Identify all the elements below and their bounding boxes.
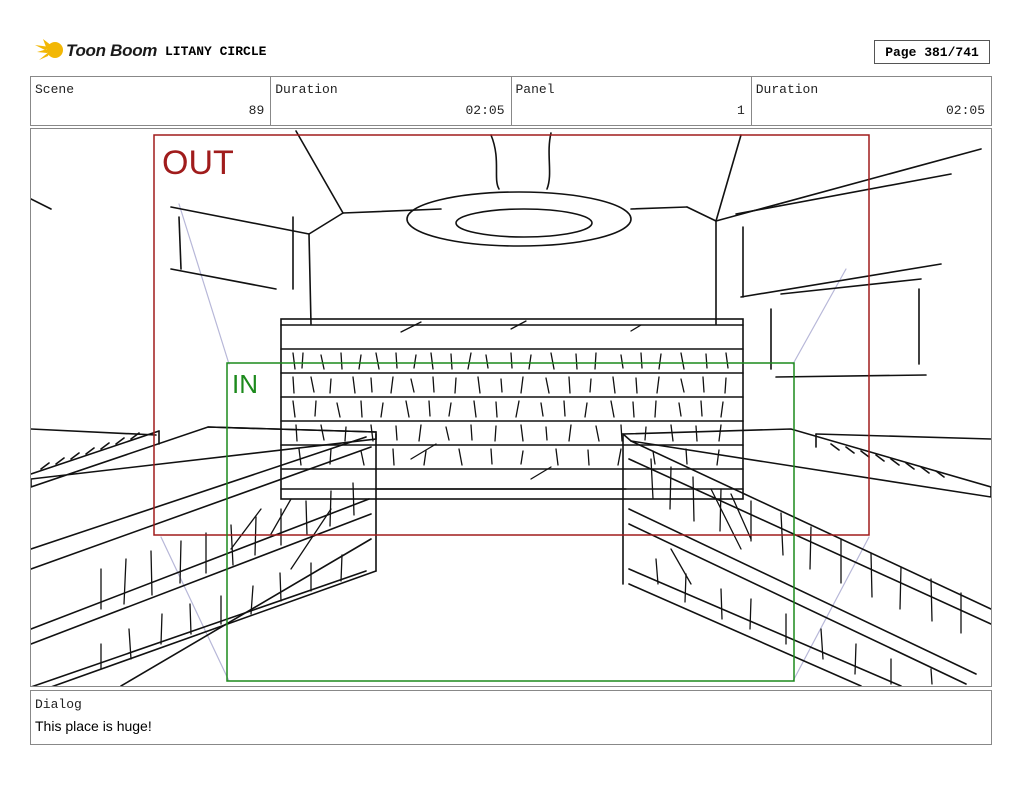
wall-lines: [170, 173, 952, 378]
panel-duration-value: 02:05: [945, 103, 985, 118]
right-bookcase: [620, 428, 991, 686]
panel-duration-label: Duration: [755, 82, 819, 97]
logo-wordmark: Toon Boom: [66, 41, 158, 60]
panel-cell: Panel 1: [512, 77, 752, 125]
back-bookshelf: [280, 318, 744, 500]
dialog-text: This place is huge!: [35, 718, 152, 734]
project-title: LITANY CIRCLE: [165, 44, 267, 59]
right-books: [650, 458, 962, 685]
panel-value: 1: [736, 103, 745, 118]
in-frame: [226, 362, 795, 682]
scene-label: Scene: [35, 82, 75, 97]
scene-cell: Scene 89: [31, 77, 272, 125]
out-frame-label: OUT: [162, 144, 234, 182]
panel-label: Panel: [515, 82, 555, 97]
scene-duration-label: Duration: [275, 82, 338, 97]
out-frame: [153, 134, 870, 536]
scene-duration-value: 02:05: [465, 103, 505, 118]
in-frame-label: IN: [232, 369, 258, 399]
library-sketch: [31, 130, 991, 686]
dialog-box: Dialog This place is huge!: [30, 690, 992, 745]
page-indicator: Page 381/741: [874, 40, 990, 64]
left-bookcase: [31, 426, 377, 686]
scene-value: 89: [248, 103, 265, 118]
panel-duration-cell: Duration 02:05: [752, 77, 991, 125]
storyboard-panel: OUT IN: [30, 128, 992, 687]
dialog-label: Dialog: [35, 697, 82, 712]
scene-info-row: Scene 89 Duration 02:05 Panel 1 Duration…: [30, 76, 992, 126]
scene-duration-cell: Duration 02:05: [271, 77, 512, 125]
